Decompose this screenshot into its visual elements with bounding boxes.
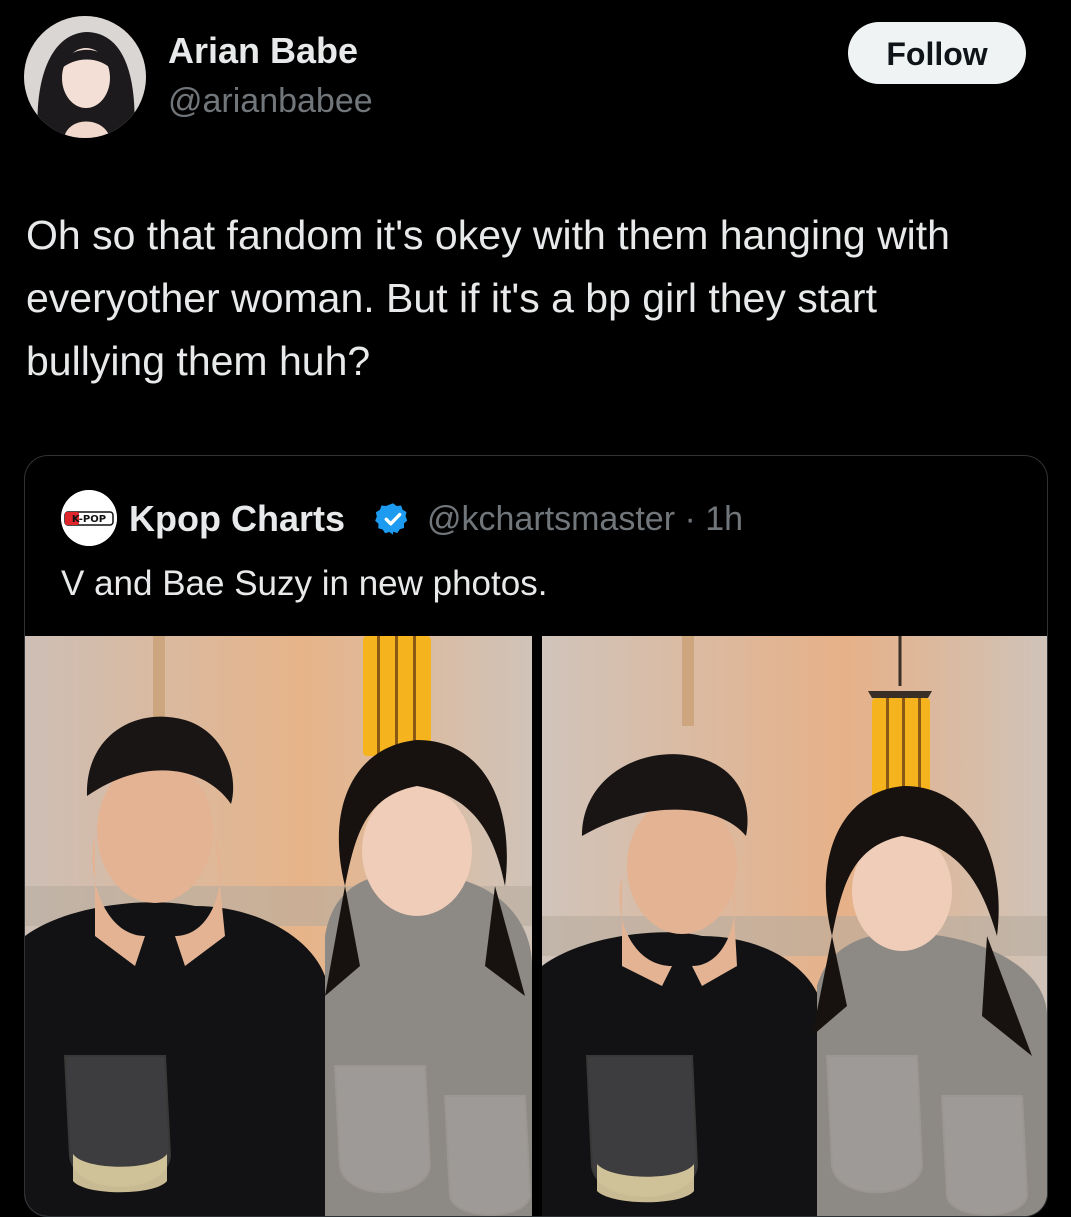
quoted-handle-time[interactable]: @kchartsmaster · 1h [427, 500, 743, 539]
quoted-tweet-text: V and Bae Suzy in new photos. [61, 564, 548, 603]
author-handle[interactable]: @arianbabee [168, 82, 373, 121]
photo-2[interactable] [542, 636, 1047, 1216]
author-avatar[interactable] [24, 16, 146, 138]
follow-button[interactable]: Follow [848, 22, 1026, 84]
quoted-tweet-card[interactable]: K-POP Kpop Charts @kchartsmaster · 1h V … [24, 455, 1048, 1217]
verified-badge-icon [375, 503, 408, 535]
author-name[interactable]: Arian Babe [168, 30, 358, 72]
quoted-author-avatar[interactable]: K-POP [61, 490, 117, 546]
quoted-avatar-text: K-POP [72, 514, 106, 525]
photo-1[interactable] [25, 636, 532, 1216]
tweet-text: Oh so that fandom it's okey with them ha… [26, 212, 950, 384]
media-grid [25, 636, 1047, 1216]
quoted-author-name[interactable]: Kpop Charts [129, 498, 345, 540]
